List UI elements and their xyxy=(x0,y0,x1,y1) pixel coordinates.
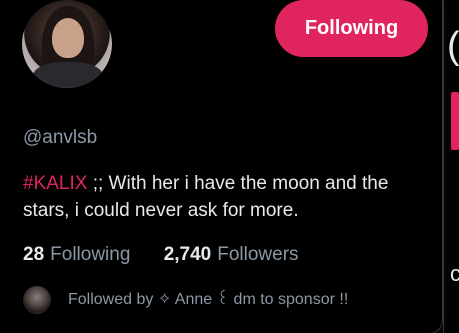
profile-avatar[interactable] xyxy=(22,0,112,88)
profile-handle[interactable]: @anvlsb xyxy=(23,126,97,150)
followed-by-text: Followed by ✧ Anne ꒰ dm to sponsor !! xyxy=(68,291,349,308)
following-count-link[interactable]: 28 Following xyxy=(23,243,130,267)
follower-avatar-icon xyxy=(23,286,51,314)
avatar-shirt-shape xyxy=(32,62,104,88)
followers-count-link[interactable]: 2,740 Followers xyxy=(164,243,299,267)
background-page-glyph-bottom: c xyxy=(450,261,459,286)
display-name[interactable]: 🐱 xyxy=(24,94,47,120)
profile-bio: #KALIX ;; With her i have the moon and t… xyxy=(23,170,428,224)
following-label: Following xyxy=(50,244,131,265)
avatar-face-shape xyxy=(52,18,84,58)
following-button[interactable]: Following xyxy=(275,0,428,57)
followed-by-row[interactable]: Followed by ✧ Anne ꒰ dm to sponsor !! xyxy=(23,285,348,315)
background-page-glyph: ( xyxy=(447,25,459,67)
screen: ( c Following 🐱 @anvlsb #KALIX ;; With h… xyxy=(0,0,459,333)
followers-count: 2,740 xyxy=(163,244,212,265)
profile-stats: 28 Following 2,740 Followers xyxy=(23,243,299,267)
bio-hashtag-link[interactable]: #KALIX xyxy=(23,173,87,194)
background-page-accent-bar xyxy=(451,92,459,150)
followers-label: Followers xyxy=(217,244,299,265)
profile-hover-card: Following 🐱 @anvlsb #KALIX ;; With her i… xyxy=(0,0,443,333)
following-count: 28 xyxy=(23,244,45,265)
